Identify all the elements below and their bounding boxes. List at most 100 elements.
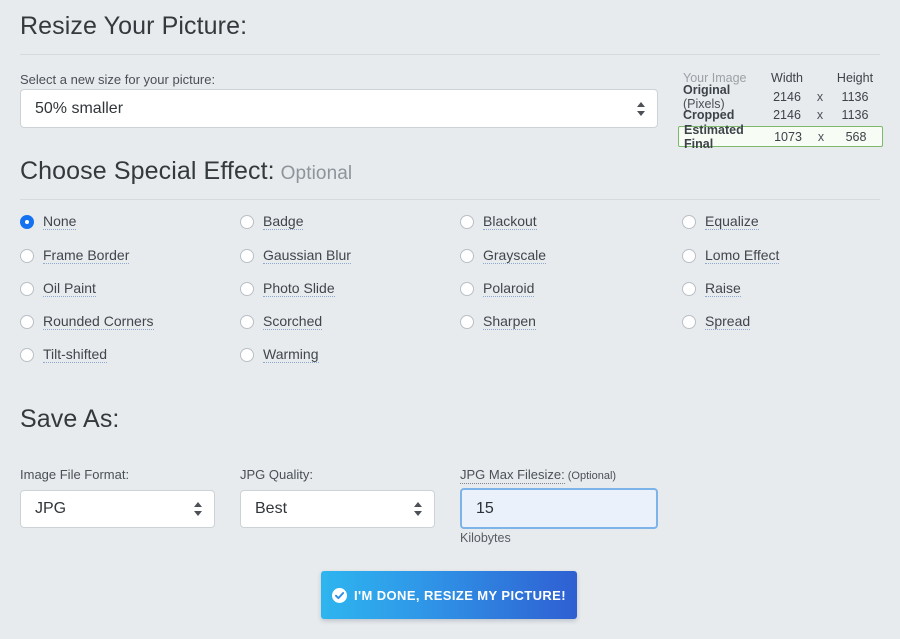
radio-unselected-icon[interactable] [460, 215, 474, 229]
radio-option-photo-slide[interactable]: Photo Slide [240, 281, 335, 297]
table-row-original: Original (Pixels) 2146 x 1136 [678, 83, 883, 111]
file-format-value: JPG [35, 500, 67, 517]
radio-unselected-icon[interactable] [20, 348, 34, 362]
radio-unselected-icon[interactable] [460, 282, 474, 296]
radio-option-oil-paint[interactable]: Oil Paint [20, 281, 96, 297]
resize-submit-button[interactable]: I'M DONE, RESIZE MY PICTURE! [321, 571, 577, 619]
radio-option-label: Oil Paint [43, 280, 96, 297]
header-height: Height [836, 71, 874, 85]
radio-unselected-icon[interactable] [20, 249, 34, 263]
jpg-max-filesize-value: 15 [476, 499, 494, 517]
chevron-updown-icon [413, 502, 422, 516]
radio-unselected-icon[interactable] [240, 315, 254, 329]
save-as-title: Save As: [20, 405, 120, 433]
row-label: Original [683, 83, 731, 97]
radio-option-label: Scorched [263, 313, 323, 330]
radio-option-warming[interactable]: Warming [240, 347, 319, 363]
radio-unselected-icon[interactable] [682, 282, 696, 296]
kilobytes-unit-label: Kilobytes [460, 531, 511, 545]
radio-option-rounded-corners[interactable]: Rounded Corners [20, 314, 154, 330]
radio-option-blackout[interactable]: Blackout [460, 214, 537, 230]
radio-option-badge[interactable]: Badge [240, 213, 304, 230]
effects-optional-tag: Optional [280, 163, 353, 184]
check-circle-icon [332, 587, 348, 603]
radio-option-equalize[interactable]: Equalize [682, 214, 759, 230]
radio-option-label: Equalize [705, 213, 759, 230]
resize-picture-page: Resize Your Picture: Select a new size f… [0, 0, 900, 639]
page-title: Resize Your Picture: [20, 12, 248, 40]
row-height: 1136 [841, 108, 869, 122]
radio-unselected-icon[interactable] [682, 249, 696, 263]
image-info-table: Your Image Width Height Original (Pixels… [678, 68, 883, 151]
radio-option-label: None [43, 213, 77, 230]
radio-option-label: Spread [705, 313, 751, 330]
chevron-updown-icon [636, 101, 645, 116]
jpg-max-filesize-optional: (Optional) [567, 470, 617, 482]
radio-unselected-icon[interactable] [20, 315, 34, 329]
radio-option-polaroid[interactable]: Polaroid [460, 280, 535, 297]
divider-effects [20, 199, 880, 200]
effects-title: Choose Special Effect: Optional [20, 157, 352, 186]
row-times: x [817, 129, 825, 144]
radio-option-raise[interactable]: Raise [682, 281, 741, 297]
radio-option-none[interactable]: None [20, 213, 77, 230]
table-row-cropped: Cropped 2146 x 1136 [678, 106, 883, 124]
row-height: 1136 [841, 90, 869, 104]
radio-option-label: Polaroid [483, 280, 535, 297]
jpg-quality-label: JPG Quality: [240, 467, 313, 482]
radio-unselected-icon[interactable] [20, 282, 34, 296]
radio-unselected-icon[interactable] [460, 315, 474, 329]
header-width: Width [771, 71, 803, 85]
radio-option-tilt-shifted[interactable]: Tilt-shifted [20, 346, 108, 363]
radio-option-sharpen[interactable]: Sharpen [460, 314, 536, 330]
radio-option-scorched[interactable]: Scorched [240, 313, 323, 330]
radio-option-label: Gaussian Blur [263, 247, 351, 264]
radio-unselected-icon[interactable] [240, 348, 254, 362]
file-format-label: Image File Format: [20, 467, 130, 482]
jpg-max-filesize-input[interactable]: 15 [460, 488, 658, 529]
radio-option-label: Frame Border [43, 247, 130, 264]
divider-top [20, 54, 880, 55]
row-label: Cropped [683, 108, 735, 122]
radio-option-lomo-effect[interactable]: Lomo Effect [682, 247, 780, 264]
radio-option-spread[interactable]: Spread [682, 313, 751, 330]
radio-unselected-icon[interactable] [682, 315, 696, 329]
row-width: 2146 [773, 108, 801, 122]
radio-option-label: Badge [263, 213, 304, 230]
jpg-max-filesize-label: JPG Max Filesize: (Optional) [460, 467, 617, 484]
radio-option-label: Raise [705, 280, 741, 297]
radio-option-label: Lomo Effect [705, 247, 780, 264]
size-select-label: Select a new size for your picture: [20, 72, 216, 87]
radio-option-label: Warming [263, 346, 319, 363]
row-times: x [816, 90, 824, 104]
row-height: 568 [845, 129, 867, 144]
radio-option-label: Photo Slide [263, 280, 335, 297]
row-width: 2146 [773, 90, 801, 104]
radio-unselected-icon[interactable] [240, 215, 254, 229]
radio-unselected-icon[interactable] [460, 249, 474, 263]
radio-option-label: Sharpen [483, 313, 536, 330]
row-times: x [816, 108, 824, 122]
file-format-select[interactable]: JPG [20, 490, 215, 528]
table-row-estimated-final: Estimated Final 1073 x 568 [678, 123, 883, 151]
jpg-max-filesize-label-text: JPG Max Filesize: [460, 467, 565, 484]
radio-unselected-icon[interactable] [240, 282, 254, 296]
jpg-quality-select[interactable]: Best [240, 490, 435, 528]
jpg-quality-value: Best [255, 500, 288, 517]
chevron-updown-icon [193, 502, 202, 516]
radio-unselected-icon[interactable] [240, 249, 254, 263]
radio-option-label: Tilt-shifted [43, 346, 108, 363]
resize-submit-label: I'M DONE, RESIZE MY PICTURE! [354, 587, 566, 603]
size-select-value: 50% smaller [35, 99, 124, 117]
row-label: Estimated Final [684, 122, 744, 151]
radio-selected-icon[interactable] [20, 215, 34, 229]
radio-option-frame-border[interactable]: Frame Border [20, 247, 130, 264]
effects-title-text: Choose Special Effect: [20, 157, 275, 185]
size-select[interactable]: 50% smaller [20, 89, 658, 128]
radio-option-label: Rounded Corners [43, 313, 154, 330]
radio-unselected-icon[interactable] [682, 215, 696, 229]
radio-option-label: Grayscale [483, 247, 547, 264]
radio-option-grayscale[interactable]: Grayscale [460, 247, 547, 264]
radio-option-gaussian-blur[interactable]: Gaussian Blur [240, 248, 351, 264]
row-width: 1073 [774, 129, 802, 144]
